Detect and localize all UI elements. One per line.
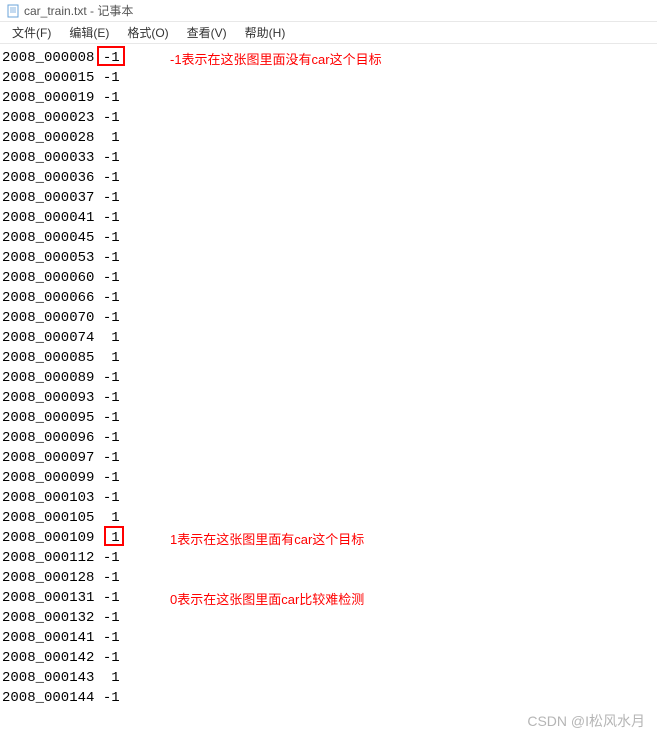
text-line: 2008_000066 -1 <box>2 288 655 308</box>
text-line: 2008_000141 -1 <box>2 628 655 648</box>
text-line: 2008_000070 -1 <box>2 308 655 328</box>
text-line: 2008_000037 -1 <box>2 188 655 208</box>
text-line: 2008_000095 -1 <box>2 408 655 428</box>
text-line: 2008_000085 1 <box>2 348 655 368</box>
text-line: 2008_000099 -1 <box>2 468 655 488</box>
menu-format[interactable]: 格式(O) <box>123 22 172 43</box>
text-line: 2008_000089 -1 <box>2 368 655 388</box>
text-line: 2008_000015 -1 <box>2 68 655 88</box>
title-bar: car_train.txt - 记事本 <box>0 0 657 22</box>
text-line: 2008_000036 -1 <box>2 168 655 188</box>
text-line: 2008_000093 -1 <box>2 388 655 408</box>
text-line: 2008_000103 -1 <box>2 488 655 508</box>
menu-help[interactable]: 帮助(H) <box>241 22 290 43</box>
notepad-icon <box>6 4 20 18</box>
text-line: 2008_000053 -1 <box>2 248 655 268</box>
menu-view[interactable]: 查看(V) <box>183 22 231 43</box>
annotation-text-neg1: -1表示在这张图里面没有car这个目标 <box>170 50 382 70</box>
text-line: 2008_000028 1 <box>2 128 655 148</box>
text-line: 2008_000096 -1 <box>2 428 655 448</box>
menu-edit[interactable]: 编辑(E) <box>65 22 113 43</box>
text-line: 2008_000041 -1 <box>2 208 655 228</box>
text-line: 2008_000105 1 <box>2 508 655 528</box>
annotation-text-pos1: 1表示在这张图里面有car这个目标 <box>170 530 364 550</box>
text-line: 2008_000074 1 <box>2 328 655 348</box>
menu-file[interactable]: 文件(F) <box>8 22 55 43</box>
annotation-box-neg1 <box>97 46 125 66</box>
text-line: 2008_000023 -1 <box>2 108 655 128</box>
text-line: 2008_000019 -1 <box>2 88 655 108</box>
text-line: 2008_000132 -1 <box>2 608 655 628</box>
annotation-text-zero: 0表示在这张图里面car比较难检测 <box>170 590 364 610</box>
annotation-box-pos1 <box>104 526 124 546</box>
text-line: 2008_000045 -1 <box>2 228 655 248</box>
menu-bar: 文件(F) 编辑(E) 格式(O) 查看(V) 帮助(H) <box>0 22 657 44</box>
text-content-area[interactable]: 2008_000008 -12008_000015 -12008_000019 … <box>0 44 657 712</box>
text-line: 2008_000033 -1 <box>2 148 655 168</box>
window-title: car_train.txt - 记事本 <box>24 2 133 19</box>
text-line: 2008_000128 -1 <box>2 568 655 588</box>
text-line: 2008_000112 -1 <box>2 548 655 568</box>
text-line: 2008_000144 -1 <box>2 688 655 708</box>
text-line: 2008_000060 -1 <box>2 268 655 288</box>
watermark: CSDN @I松风水月 <box>527 711 645 731</box>
text-line: 2008_000097 -1 <box>2 448 655 468</box>
text-line: 2008_000143 1 <box>2 668 655 688</box>
text-line: 2008_000142 -1 <box>2 648 655 668</box>
